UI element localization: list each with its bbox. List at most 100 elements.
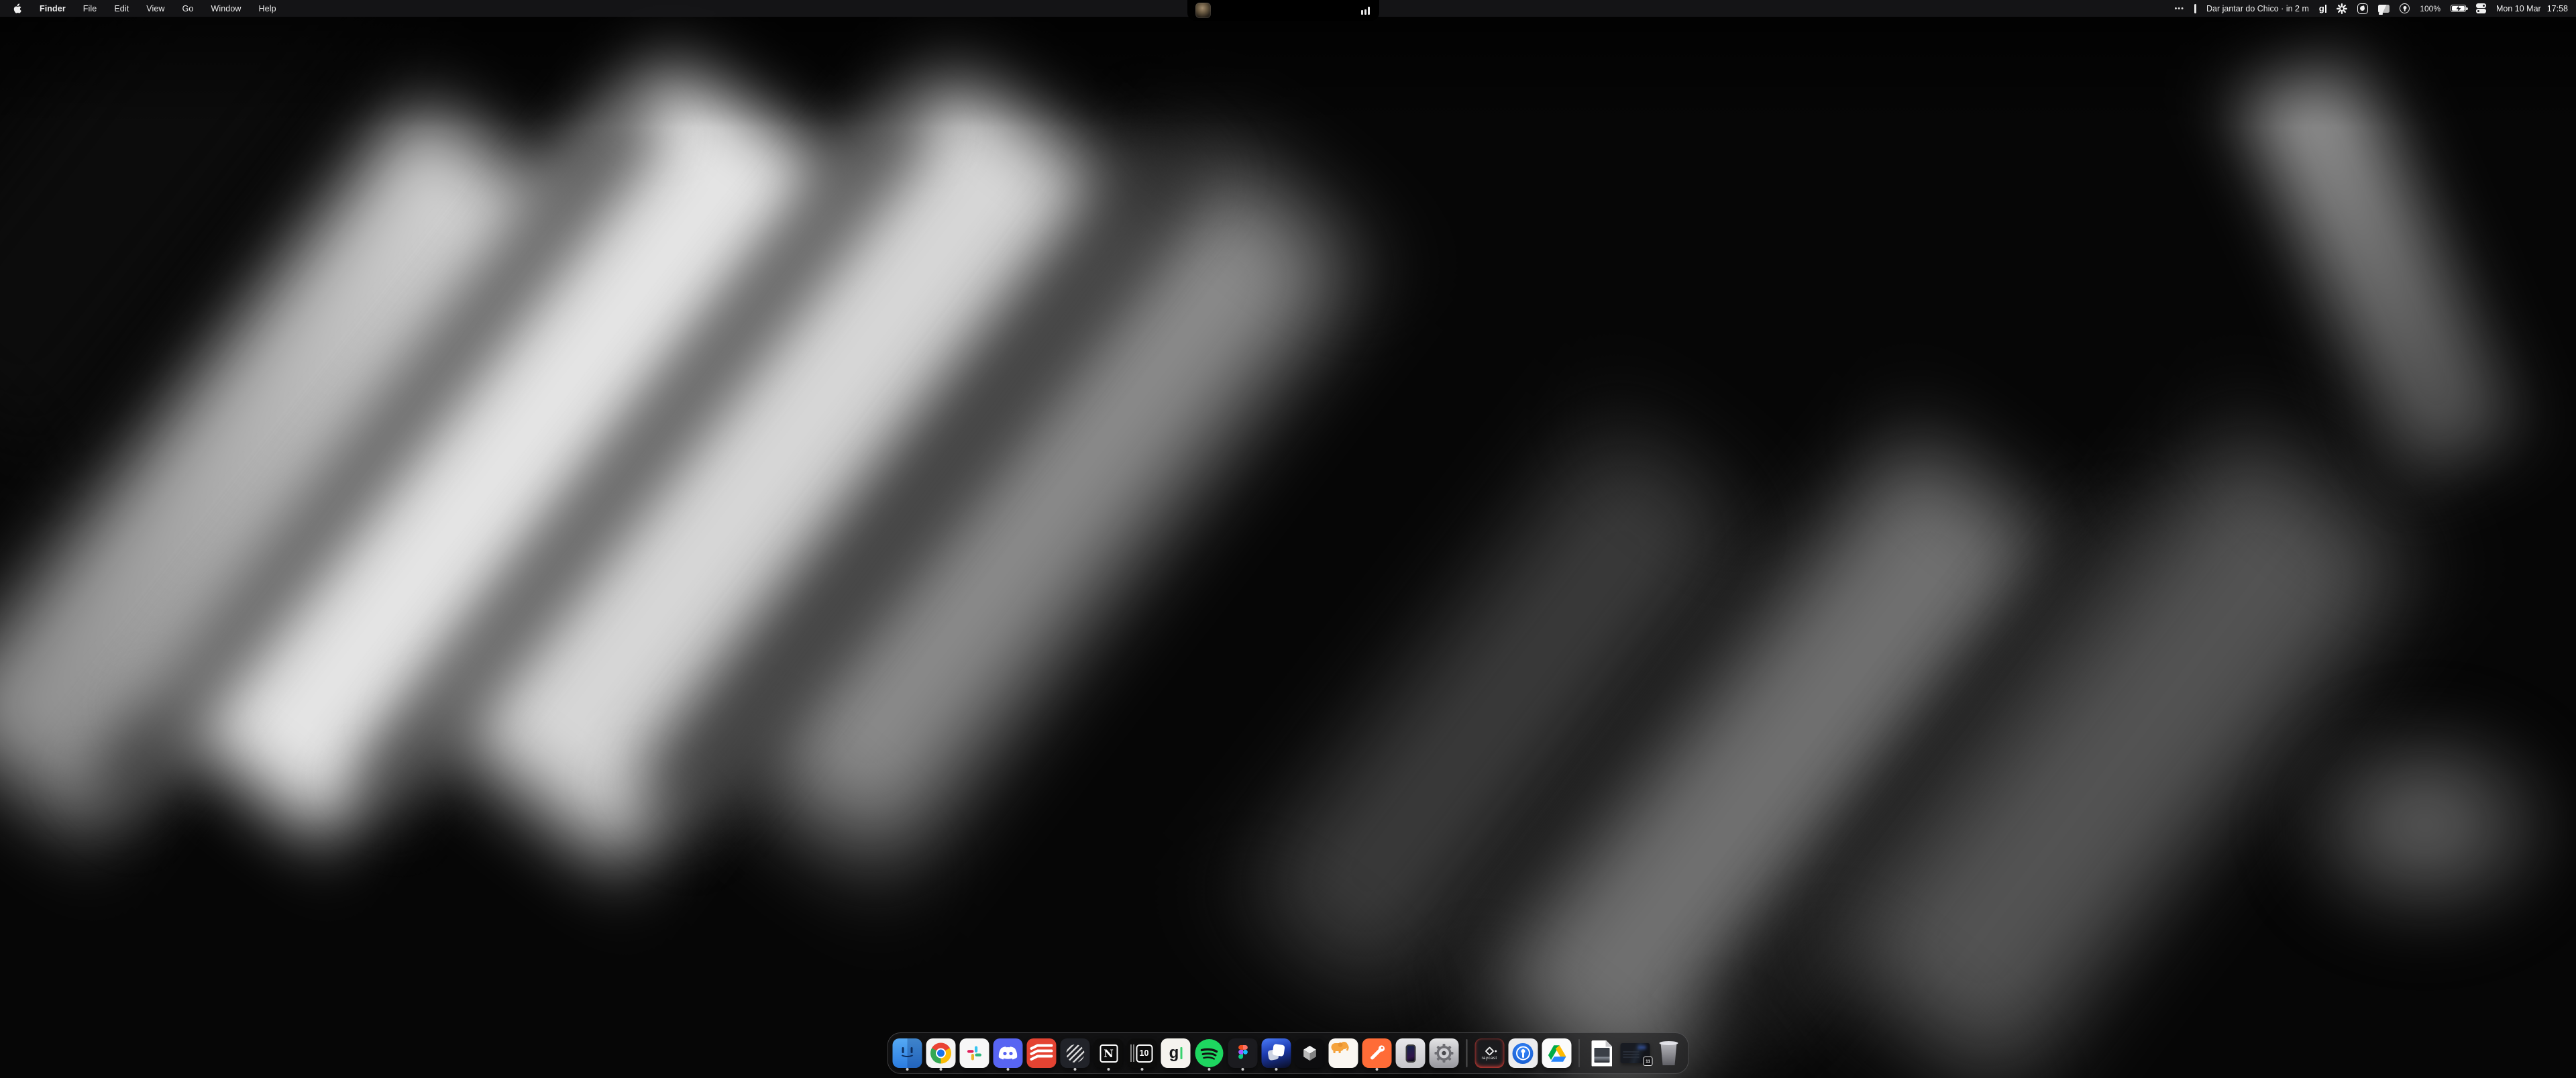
flower-icon (2337, 3, 2347, 14)
wallpaper-blob (2277, 711, 2573, 939)
system-settings-icon (1430, 1038, 1459, 1068)
menu-item-finder[interactable]: Finder (40, 4, 66, 13)
display-stand (2379, 13, 2383, 15)
calendar-badge: 11 (1644, 1057, 1653, 1066)
now-playing-album-art[interactable] (1195, 3, 1211, 18)
screenshot-thumbnail: 11 (1621, 1043, 1650, 1063)
notion-calendar-icon: 10 (1128, 1038, 1157, 1068)
menu-bar-clock[interactable]: Mon 10 Mar 17:58 (2496, 4, 2568, 13)
thumbnail-content (1623, 1051, 1640, 1059)
dock-app-postico[interactable] (1329, 1036, 1358, 1071)
raycast-label: raycast (1481, 1056, 1497, 1061)
craft-cards-icon (1262, 1038, 1291, 1068)
calendar-day-glyph: 10 (1136, 1044, 1152, 1063)
dock-app-spotify[interactable] (1195, 1036, 1224, 1071)
notch-media-widget[interactable] (1187, 0, 1379, 21)
todoist-icon (1027, 1038, 1057, 1068)
running-indicator (906, 1068, 909, 1071)
clock-time: 17:58 (2547, 4, 2568, 13)
menu-item-view[interactable]: View (146, 4, 164, 13)
1password-disc (1513, 1043, 1534, 1064)
dock-app-raycast[interactable]: raycast (1474, 1036, 1504, 1071)
running-indicator (1007, 1068, 1010, 1071)
toggle-pill-bottom (2476, 9, 2486, 13)
dock-app-granola[interactable]: g (1161, 1036, 1191, 1071)
running-indicator (1376, 1068, 1379, 1071)
dock-app-postman[interactable] (1362, 1036, 1392, 1071)
dock-app-discord[interactable] (994, 1036, 1023, 1071)
menu-item-help[interactable]: Help (259, 4, 276, 13)
figma-icon (1228, 1038, 1258, 1068)
granola-icon: g (1161, 1038, 1191, 1068)
dock-app-finder[interactable] (893, 1036, 922, 1071)
google-drive-icon (1542, 1038, 1571, 1068)
dock-app-craft[interactable] (1262, 1036, 1291, 1071)
control-center-icon[interactable] (2476, 3, 2486, 13)
granola-cursor-bar (1180, 1047, 1182, 1059)
teardrop-shape (2360, 5, 2366, 11)
menu-item-window[interactable]: Window (211, 4, 241, 13)
desktop-wallpaper (0, 0, 2576, 1078)
spotify-icon (1195, 1038, 1224, 1068)
black-cube-3d-icon (1295, 1038, 1325, 1068)
granola-menu-icon[interactable]: g (2319, 3, 2326, 13)
keyhole-stem (2404, 9, 2406, 11)
document-file-icon (1591, 1040, 1612, 1067)
menu-item-file[interactable]: File (83, 4, 97, 13)
dock-app-notion[interactable]: N (1094, 1036, 1124, 1071)
menu-bar-left: Finder File Edit View Go Window Help (0, 3, 276, 14)
raycast-icon: raycast (1474, 1038, 1504, 1068)
front-card (1272, 1044, 1285, 1057)
iphone-shape (1405, 1044, 1415, 1063)
menu-item-edit[interactable]: Edit (114, 4, 129, 13)
dock-file-screenshot[interactable]: 11 (1621, 1036, 1650, 1071)
running-indicator (1208, 1068, 1211, 1071)
dock-app-notion-calendar[interactable]: 10 (1128, 1036, 1157, 1071)
1password-menu-icon[interactable] (2400, 3, 2410, 13)
finder-icon (893, 1038, 922, 1068)
apple-menu-icon[interactable] (13, 3, 22, 14)
calendar-event-text[interactable]: Dar jantar do Chico · in 2 m (2206, 4, 2309, 13)
overflow-dots-icon[interactable]: ••• (2174, 5, 2184, 13)
display-menu-icon[interactable] (2378, 5, 2390, 13)
dock-app-google-drive[interactable] (1542, 1036, 1571, 1071)
slack-icon (960, 1038, 989, 1068)
iphone-mirroring-icon (1396, 1038, 1426, 1068)
orange-elephant-icon (1329, 1038, 1358, 1068)
postman-icon (1362, 1038, 1392, 1068)
teardrop-menu-icon[interactable] (2357, 3, 2368, 14)
granola-g-glyph: g (2319, 3, 2324, 13)
linear-icon (1061, 1038, 1090, 1068)
dock: N 10 g (888, 1032, 1689, 1074)
dock-app-slack[interactable] (960, 1036, 989, 1071)
dock-app-linear[interactable] (1061, 1036, 1090, 1071)
apple-icon (13, 3, 22, 14)
calendar-pages (1131, 1044, 1134, 1062)
dock-app-chrome[interactable] (926, 1036, 956, 1071)
flower-menu-icon[interactable] (2337, 3, 2347, 14)
running-indicator (1141, 1068, 1144, 1071)
battery-charging-icon[interactable] (2451, 5, 2466, 13)
dock-trash[interactable] (1654, 1036, 1684, 1071)
thumbnail-highlight (1638, 1046, 1646, 1049)
battery-nub (2466, 7, 2467, 11)
discord-icon (994, 1038, 1023, 1068)
dock-app-figma[interactable] (1228, 1036, 1258, 1071)
dock-app-1password[interactable] (1508, 1036, 1538, 1071)
raycast-diamond (1485, 1046, 1494, 1056)
dock-app-3d-cube[interactable] (1295, 1036, 1325, 1071)
trash-body (1659, 1042, 1679, 1065)
document-preview (1594, 1048, 1609, 1063)
dock-app-iphone-mirroring[interactable] (1396, 1036, 1426, 1071)
audio-equalizer-icon (1361, 7, 1370, 15)
chrome-icon (926, 1038, 956, 1068)
dock-file-document[interactable] (1587, 1036, 1617, 1071)
dock-app-todoist[interactable] (1027, 1036, 1057, 1071)
trash-icon (1659, 1041, 1679, 1065)
menu-item-go[interactable]: Go (182, 4, 194, 13)
battery-percent-text: 100% (2420, 4, 2440, 13)
dock-app-system-settings[interactable] (1430, 1036, 1459, 1071)
dock-separator (1466, 1039, 1468, 1067)
menu-bar-status-area: ••• Dar jantar do Chico · in 2 m g 100% (2174, 3, 2576, 14)
running-indicator (1108, 1068, 1110, 1071)
